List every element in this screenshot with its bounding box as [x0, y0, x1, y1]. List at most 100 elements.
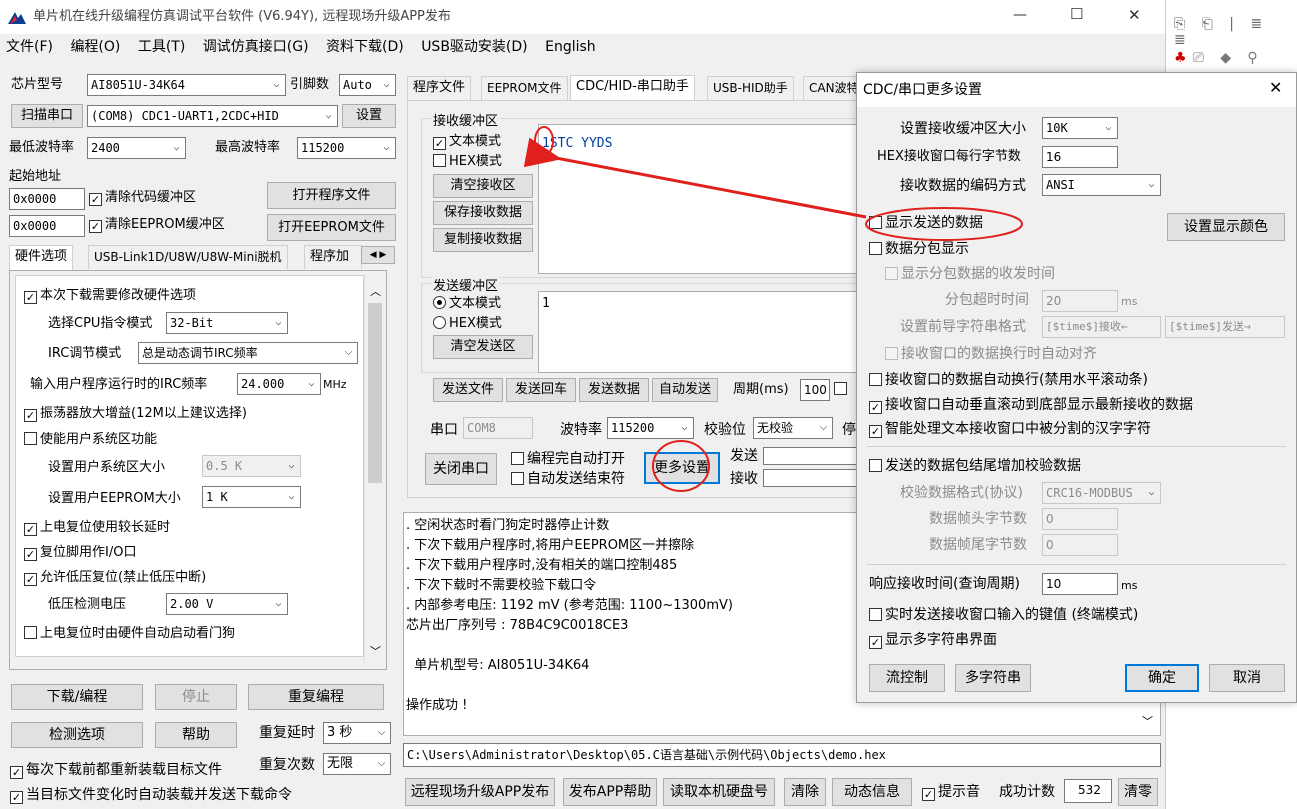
recv-hex-mode-checkbox[interactable]: HEX模式 [433, 153, 502, 171]
clear-receive-button[interactable]: 清空接收区 [433, 174, 533, 198]
send-text-area[interactable]: 1 [538, 291, 863, 373]
menu-english[interactable]: English [545, 39, 596, 55]
parity-select[interactable]: 无校验 ⌵ [753, 417, 833, 439]
send-text-mode-radio[interactable]: 文本模式 [433, 295, 501, 313]
auto-open-checkbox[interactable]: 编程完自动打开 [511, 450, 625, 468]
help-button[interactable]: 帮助 [155, 722, 237, 748]
code-address-input[interactable]: 0x0000 [9, 188, 85, 210]
osc-gain-checkbox[interactable]: ✓ 振荡器放大增益(12M以上建议选择) [24, 405, 247, 423]
tail-bytes-input[interactable]: 0 [1042, 534, 1118, 556]
clear-send-button[interactable]: 清空发送区 [433, 335, 533, 359]
send-data-button[interactable]: 发送数据 [579, 378, 649, 402]
menu-tools[interactable]: 工具(T) [138, 39, 185, 55]
tab-scroll-arrows[interactable]: ◀ ▶ [361, 246, 395, 264]
close-port-button[interactable]: 关闭串口 [425, 453, 497, 485]
tab-usb-hid[interactable]: USB-HID助手 [707, 76, 794, 100]
zero-count-button[interactable]: 清零 [1118, 778, 1158, 806]
save-receive-button[interactable]: 保存接收数据 [433, 201, 533, 225]
cancel-button[interactable]: 取消 [1209, 664, 1285, 692]
smart-cn-checkbox[interactable]: ✓ 智能处理文本接收窗口中被分割的汉字字符 [869, 420, 1151, 438]
recv-text-mode-checkbox[interactable]: ✓ 文本模式 [433, 133, 501, 151]
auto-end-checkbox[interactable]: 自动发送结束符 [511, 470, 625, 488]
realtime-send-checkbox[interactable]: 实时发送接收窗口输入的键值 (终端模式) [869, 606, 1138, 624]
auto-scroll-checkbox[interactable]: ✓ 接收窗口自动垂直滚动到底部显示最新接收的数据 [869, 396, 1193, 414]
buf-size-select[interactable]: 10K ⌵ [1042, 117, 1118, 139]
port-select-serial[interactable]: COM8 [463, 417, 533, 439]
eeprom-address-input[interactable]: 0x0000 [9, 215, 85, 237]
repeat-delay-select[interactable]: 3 秒 ⌵ [323, 722, 391, 744]
prefix-send-input[interactable]: [$time$]发送→ [1165, 316, 1285, 338]
auto-send-checkbox[interactable]: ✓ 当目标文件变化时自动装载并发送下载命令 [10, 786, 292, 804]
packet-time-checkbox[interactable]: 显示分包数据的收发时间 [885, 265, 1055, 283]
open-eeprom-button[interactable]: 打开EEPROM文件 [267, 214, 396, 241]
auto-send-button[interactable]: 自动发送 [652, 378, 718, 402]
minimize-icon[interactable]: — [1013, 6, 1027, 24]
reload-checkbox[interactable]: ✓ 每次下载前都重新装载目标文件 [10, 761, 222, 779]
multi-string-button[interactable]: 多字符串 [955, 664, 1031, 692]
auto-align-checkbox[interactable]: 接收窗口的数据换行时自动对齐 [885, 345, 1097, 363]
reset-io-checkbox[interactable]: ✓ 复位脚用作I/O口 [24, 544, 136, 562]
ok-button[interactable]: 确定 [1125, 664, 1199, 692]
tab-usb-link[interactable]: USB-Link1D/U8W/U8W-Mini脱机 [88, 245, 288, 269]
lvd-select[interactable]: 2.00 V ⌵ [166, 593, 288, 615]
dialog-close-icon[interactable]: ✕ [1269, 79, 1282, 97]
more-settings-button[interactable]: 更多设置 [644, 452, 720, 484]
period-extra-checkbox[interactable] [834, 381, 850, 399]
chevron-down-icon[interactable]: ﹀ [1142, 713, 1153, 729]
long-delay-checkbox[interactable]: ✓ 上电复位使用较长延时 [24, 519, 170, 537]
menu-downloads[interactable]: 资料下载(D) [326, 39, 404, 55]
chevron-down-icon[interactable]: ﹀ [370, 643, 381, 659]
close-icon[interactable]: ✕ [1128, 6, 1141, 24]
multi-string-checkbox[interactable]: ✓ 显示多字符串界面 [869, 631, 997, 649]
repeat-program-button[interactable]: 重复编程 [248, 684, 384, 710]
cpu-mode-select[interactable]: 32-Bit ⌵ [166, 312, 288, 334]
chip-select[interactable]: AI8051U-34K64 ⌵ [87, 74, 286, 96]
send-file-button[interactable]: 发送文件 [433, 378, 503, 402]
scan-port-button[interactable]: 扫描串口 [11, 104, 83, 128]
download-button[interactable]: 下载/编程 [11, 684, 143, 710]
auto-wrap-checkbox[interactable]: 接收窗口的数据自动换行(禁用水平滚动条) [869, 371, 1148, 389]
read-disk-button[interactable]: 读取本机硬盘号 [663, 778, 775, 806]
dynamic-info-button[interactable]: 动态信息 [832, 778, 912, 806]
clear-code-checkbox[interactable]: ✓ 清除代码缓冲区 [89, 189, 196, 207]
tab-program-encrypt[interactable]: 程序加 [304, 245, 362, 269]
copy-receive-button[interactable]: 复制接收数据 [433, 228, 533, 252]
app-help-button[interactable]: 发布APP帮助 [563, 778, 657, 806]
sysarea-checkbox[interactable]: 使能用户系统区功能 [24, 431, 157, 449]
modify-hw-checkbox[interactable]: ✓ 本次下载需要修改硬件选项 [24, 287, 196, 305]
period-input[interactable]: 100 [800, 379, 830, 401]
maximize-icon[interactable]: ☐ [1070, 5, 1083, 23]
packet-display-checkbox[interactable]: 数据分包显示 [869, 240, 969, 258]
sysarea-size-select[interactable]: 0.5 K ⌵ [202, 455, 301, 477]
irc-mode-select[interactable]: 总是动态调节IRC频率 ⌵ [138, 342, 358, 364]
send-cr-button[interactable]: 发送回车 [506, 378, 576, 402]
pin-select[interactable]: Auto ⌵ [339, 74, 396, 96]
tab-cdc-hid-serial[interactable]: CDC/HID-串口助手 [570, 75, 695, 101]
clear-log-button[interactable]: 清除 [784, 778, 826, 806]
check-options-button[interactable]: 检测选项 [11, 722, 143, 748]
receive-text-area[interactable]: 1STC YYDS [538, 124, 863, 274]
lvr-checkbox[interactable]: ✓ 允许低压复位(禁止低压中断) [24, 569, 206, 587]
open-program-button[interactable]: 打开程序文件 [267, 182, 396, 209]
checksum-checkbox[interactable]: 发送的数据包结尾增加校验数据 [869, 457, 1081, 475]
chevron-up-icon[interactable]: ︿ [370, 283, 381, 299]
menu-program[interactable]: 编程(O) [70, 39, 120, 55]
tab-program-file[interactable]: 程序文件 [407, 76, 472, 100]
check-format-select[interactable]: CRC16-MODBUS ⌵ [1042, 482, 1161, 504]
packet-timeout-input[interactable]: 20 [1042, 290, 1118, 312]
head-bytes-input[interactable]: 0 [1042, 508, 1118, 530]
wdt-checkbox[interactable]: 上电复位时由硬件自动启动看门狗 [24, 625, 235, 643]
stop-button[interactable]: 停止 [155, 684, 237, 710]
min-baud-select[interactable]: 2400 ⌵ [87, 137, 186, 159]
set-color-button[interactable]: 设置显示颜色 [1167, 213, 1285, 241]
response-time-input[interactable]: 10 [1042, 573, 1118, 595]
file-path-field[interactable]: C:\Users\Administrator\Desktop\05.C语言基础\… [403, 743, 1161, 767]
tab-can-baud[interactable]: CAN波特 [803, 76, 858, 100]
max-baud-select[interactable]: 115200 ⌵ [297, 137, 396, 159]
menu-debug[interactable]: 调试仿真接口(G) [203, 39, 309, 55]
remote-upgrade-button[interactable]: 远程现场升级APP发布 [405, 778, 555, 806]
prefix-recv-input[interactable]: [$time$]接收← [1042, 316, 1161, 338]
repeat-count-select[interactable]: 无限 ⌵ [323, 753, 391, 775]
hardware-scrollbar[interactable]: ︿ ﹀ [364, 275, 384, 664]
encoding-select[interactable]: ANSI ⌵ [1042, 174, 1161, 196]
